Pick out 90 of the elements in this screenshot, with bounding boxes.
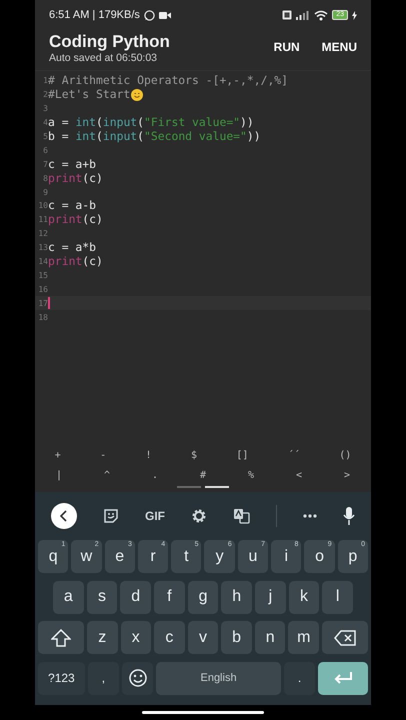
autosave-status: Auto saved at 06:50:03 <box>49 52 158 65</box>
microphone-icon[interactable] <box>343 507 355 525</box>
letter-key[interactable]: v <box>188 621 218 654</box>
settings-icon[interactable] <box>191 508 207 524</box>
punctuation-key[interactable]: . <box>284 662 316 694</box>
symbol-key[interactable]: ^ <box>98 465 116 485</box>
letter-key[interactable]: h <box>221 580 252 614</box>
enter-key[interactable] <box>318 662 368 694</box>
code-line: c = a+b <box>48 158 96 171</box>
letter-key[interactable]: f <box>154 580 185 614</box>
line-number: 13 <box>37 243 48 252</box>
symbol-key[interactable]: $ <box>184 445 203 465</box>
symbol-key[interactable]: [] <box>230 445 254 465</box>
back-icon <box>59 510 69 522</box>
symbol-key[interactable]: > <box>338 465 356 485</box>
line-number: 5 <box>42 132 48 141</box>
line-number: 2 <box>42 90 48 100</box>
symbol-key[interactable]: ´´ <box>282 445 306 465</box>
code-line: c = a*b <box>48 241 96 254</box>
wifi-icon <box>314 10 328 20</box>
line-number: 16 <box>37 284 48 294</box>
line-number: 12 <box>37 229 48 238</box>
letter-key[interactable]: a <box>53 580 84 614</box>
sticker-icon[interactable] <box>103 508 119 524</box>
letter-key[interactable]: n <box>254 621 286 654</box>
code-line: a = int(input("First value=")) <box>48 116 254 130</box>
line-number: 9 <box>42 188 48 197</box>
code-line: b = int(input("Second value=")) <box>48 130 261 143</box>
symbol-key[interactable]: - <box>94 445 112 465</box>
line-number: 10 <box>37 201 48 210</box>
letter-key[interactable]: j <box>255 580 286 614</box>
code-line: #Let's Start <box>48 88 130 102</box>
letter-key[interactable]: l <box>322 580 354 614</box>
video-icon <box>158 10 171 20</box>
line-number: 4 <box>42 118 48 128</box>
charging-icon <box>352 10 357 20</box>
line-number: 14 <box>37 257 48 266</box>
gif-button[interactable]: GIF <box>145 509 165 523</box>
run-button[interactable]: RUN <box>252 32 300 54</box>
letter-key[interactable]: s <box>86 580 118 614</box>
letter-key[interactable]: x <box>120 621 152 654</box>
code-line: print(c) <box>48 213 103 226</box>
shift-icon <box>50 628 71 646</box>
symbols-key[interactable]: ?123 <box>38 662 85 694</box>
symbol-key[interactable]: ! <box>140 445 158 465</box>
letter-key[interactable]: z <box>86 621 118 654</box>
symbol-key[interactable]: | <box>50 465 68 485</box>
symbol-key[interactable]: % <box>242 465 260 485</box>
signal-icon <box>296 10 310 20</box>
emoji-icon <box>128 669 147 687</box>
letter-key[interactable]: m <box>288 621 320 654</box>
code-line: # Arithmetic Operators -[+,-,*,/,%] <box>48 74 288 88</box>
line-number: 7 <box>42 160 48 169</box>
letter-key[interactable]: b <box>221 621 252 654</box>
back-button[interactable] <box>51 503 77 529</box>
code-line: print(c) <box>48 172 103 185</box>
letter-key[interactable]: k <box>288 580 320 614</box>
enter-icon <box>333 671 354 685</box>
status-time: 6:51 AM | 179KB/s <box>49 9 140 21</box>
letter-key[interactable]: g <box>188 580 218 614</box>
letter-key[interactable]: c <box>154 621 185 654</box>
line-number: 15 <box>37 270 48 280</box>
line-number: 1 <box>42 76 48 86</box>
space-bar[interactable]: English <box>156 662 281 694</box>
more-icon[interactable] <box>303 514 317 518</box>
code-line: c = a-b <box>48 199 96 212</box>
symbol-key[interactable]: . <box>146 465 164 485</box>
emoji-key[interactable] <box>122 662 154 694</box>
line-number: 18 <box>37 312 48 322</box>
line-number: 6 <box>42 146 48 155</box>
line-number: 11 <box>37 215 48 224</box>
punctuation-key[interactable]: , <box>88 662 119 694</box>
app-title: Coding Python <box>49 32 171 52</box>
text-cursor <box>48 297 50 310</box>
symbol-key[interactable]: < <box>290 465 308 485</box>
shift-key[interactable] <box>38 621 84 654</box>
backspace-icon <box>334 630 356 646</box>
translate-icon[interactable] <box>233 508 250 524</box>
code-line: print(c) <box>48 255 103 268</box>
line-number: 3 <box>42 104 48 114</box>
letter-key[interactable]: d <box>120 580 152 614</box>
symbol-key[interactable]: # <box>194 465 212 485</box>
sim-icon <box>282 10 292 20</box>
symbol-key[interactable]: + <box>48 445 67 465</box>
symbol-key[interactable]: () <box>333 445 358 465</box>
line-number: 8 <box>42 174 48 183</box>
menu-button[interactable]: MENU <box>300 32 357 54</box>
backspace-key[interactable] <box>322 621 368 654</box>
chat-icon <box>144 10 155 20</box>
line-number: 17 <box>37 298 48 308</box>
